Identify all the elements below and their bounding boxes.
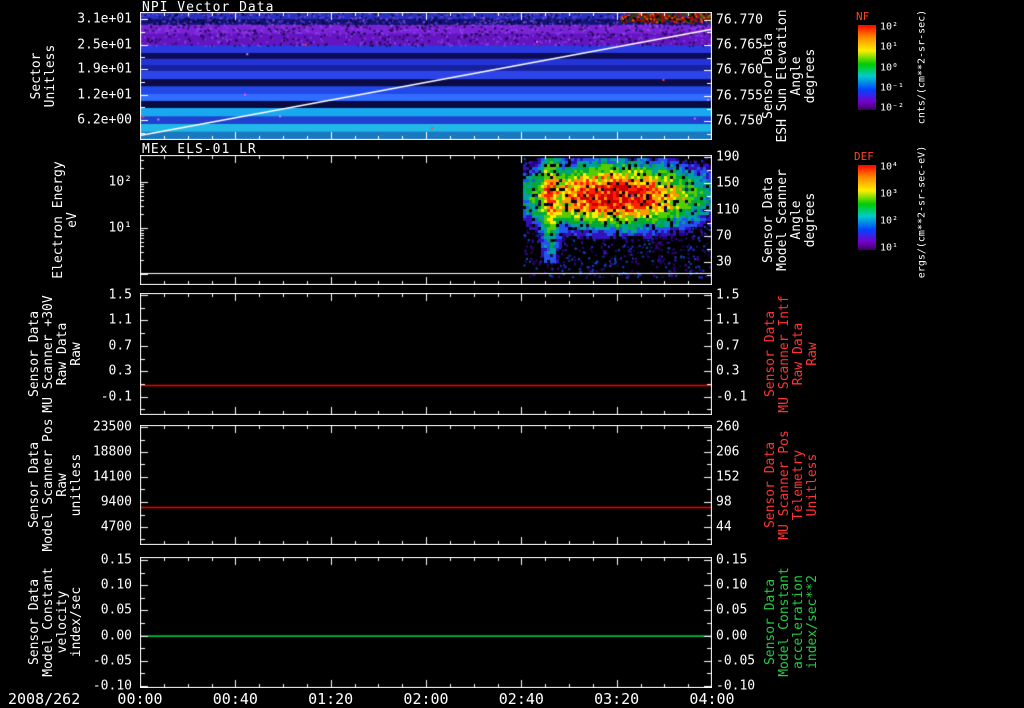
tick-label: 70: [716, 228, 732, 244]
y-ticks-left-mu-scanner-30v: 1.5 1.1 0.7 0.3 -0.1: [36, 288, 136, 415]
tick-label: 190: [716, 149, 740, 165]
right-axis-label-acceleration: Sensor Data Model Constant acceleration …: [763, 567, 820, 677]
tick-label: 23500: [92, 419, 132, 435]
y-ticks-left-npi: 3.1e+01 2.5e+01 1.9e+01 1.2e+01 6.2e+00: [36, 11, 136, 140]
y-ticks-left-els: 10² 10¹: [36, 155, 136, 285]
y-ticks-right-mu-scanner-30v: 1.5 1.1 0.7 0.3 -0.1: [712, 288, 772, 415]
tick-label: 2.5e+01: [77, 37, 132, 52]
tick-label: 14100: [92, 469, 132, 485]
y-ticks-right-model-constant: 0.15 0.10 0.05 0.00 -0.05 -0.10: [712, 553, 772, 694]
tick-label: 9400: [100, 494, 132, 510]
tick-label: 1.1: [716, 312, 740, 328]
tick-label: 76.770: [716, 12, 763, 28]
colorbar-def: [858, 165, 876, 250]
tick-label: 0.3: [108, 363, 132, 379]
y-ticks-right-npi: 76.770 76.765 76.760 76.755 76.750: [712, 12, 772, 140]
date-label: 2008/262: [8, 690, 81, 708]
tick-label: 0.10: [100, 577, 132, 593]
y-ticks-left-model-scanner-pos: 23500 18800 14100 9400 4700: [36, 420, 136, 545]
tick-label: 0.10: [716, 577, 748, 593]
tick-label: 02:00: [403, 690, 449, 708]
tick-label: 76.760: [716, 62, 763, 78]
tick-label: 10¹: [880, 242, 899, 254]
els-spectrogram-canvas: [140, 155, 712, 285]
tick-label: -0.05: [92, 653, 132, 669]
colorbar-nf: [858, 25, 876, 110]
tick-label: 10⁻²: [880, 102, 905, 114]
tick-label: 0.7: [716, 338, 740, 354]
tick-label: 01:20: [308, 690, 354, 708]
tick-label: 1.2e+01: [77, 87, 132, 103]
npi-spectrogram-canvas: [140, 12, 712, 140]
tick-label: 03:20: [594, 690, 640, 708]
y-ticks-right-model-scanner-pos: 260 206 152 98 44: [712, 420, 772, 545]
tick-label: 0.00: [100, 628, 132, 644]
tick-label: 110: [716, 202, 740, 218]
colorbar-title-def: DEF: [854, 150, 874, 163]
tick-label: 10²: [880, 215, 899, 227]
tick-label: 4700: [100, 519, 132, 535]
tick-label: 10¹: [108, 220, 132, 236]
tick-label: 18800: [92, 444, 132, 460]
plot-area-model-scanner-pos: [140, 425, 712, 545]
tick-label: 10⁻¹: [880, 82, 905, 94]
tick-label: 00:40: [212, 690, 258, 708]
model-scanner-pos-canvas: [140, 425, 712, 545]
tick-label: 10²: [108, 174, 132, 190]
tick-label: -0.1: [100, 389, 132, 405]
y-ticks-left-model-constant: 0.15 0.10 0.05 0.00 -0.05 -0.10: [36, 553, 136, 694]
tick-label: 76.750: [716, 113, 763, 129]
tick-label: 10³: [880, 188, 899, 200]
tick-label: 150: [716, 175, 740, 191]
plot-area-model-constant: [140, 557, 712, 688]
tick-label: 10¹: [880, 41, 899, 53]
tick-label: 02:40: [498, 690, 544, 708]
tick-label: 98: [716, 494, 732, 510]
tick-label: 10⁴: [880, 161, 899, 173]
colorbar-unit-nf: cnts/(cm**2-sr-sec): [916, 9, 928, 125]
mu-scanner-30v-canvas: [140, 293, 712, 415]
tick-label: 0.3: [716, 363, 740, 379]
tick-label: 1.5: [108, 287, 132, 303]
model-constant-canvas: [140, 557, 712, 688]
tick-label: 0.7: [108, 338, 132, 354]
tick-label: 76.765: [716, 37, 763, 53]
plot-area-npi: [140, 12, 712, 140]
tick-label: 152: [716, 469, 740, 485]
tick-label: 44: [716, 519, 732, 535]
tick-label: 260: [716, 419, 740, 435]
x-tick-labels: 00:00 00:40 01:20 02:00 02:40 03:20 04:00: [117, 690, 734, 708]
tick-label: 206: [716, 444, 740, 460]
tick-label: 10⁰: [880, 62, 899, 73]
tick-label: 0.00: [716, 628, 748, 644]
tick-label: 76.755: [716, 88, 763, 104]
tick-label: 1.5: [716, 287, 740, 303]
tick-label: 04:00: [689, 690, 735, 708]
right-axis-label-mu-scanner-intf: Sensor Data MU Scanner Intf Raw Data Raw: [763, 295, 820, 413]
plot-area-els: [140, 155, 712, 285]
colorbar-unit-def: ergs/(cm**2-sr-sec-eV): [916, 145, 928, 279]
tick-label: 0.05: [100, 602, 132, 618]
tick-label: -0.05: [716, 653, 756, 669]
y-ticks-right-els: 190 150 110 70 30: [712, 149, 772, 285]
tick-label: 10²: [880, 21, 899, 33]
colorbar-ticks-def: 10⁴ 10³ 10² 10¹: [876, 161, 910, 254]
tick-label: 30: [716, 254, 732, 270]
plot-area-mu-scanner-30v: [140, 293, 712, 415]
colorbar-title-nf: NF: [856, 10, 870, 23]
tick-label: 0.05: [716, 602, 748, 618]
tick-label: 0.15: [716, 552, 748, 568]
tick-label: 00:00: [117, 690, 163, 708]
tick-label: 1.9e+01: [77, 61, 132, 77]
right-axis-label-mu-scanner-pos: Sensor Data MU Scanner Pos Telemetry Uni…: [763, 430, 820, 540]
tick-label: 1.1: [108, 312, 132, 328]
tick-label: -0.1: [716, 389, 748, 405]
tick-label: 0.15: [100, 552, 132, 568]
tick-label: 3.1e+01: [77, 11, 132, 27]
colorbar-ticks-nf: 10² 10¹ 10⁰ 10⁻¹ 10⁻²: [876, 21, 910, 114]
plot-screen: NPI Vector Data MEx ELS-01 LR Sector Uni…: [0, 0, 1024, 708]
tick-label: 6.2e+00: [77, 112, 132, 128]
